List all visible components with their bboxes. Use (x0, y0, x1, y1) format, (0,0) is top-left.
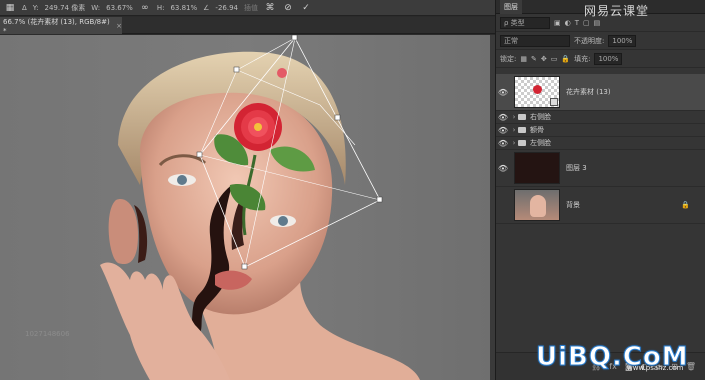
h-field[interactable]: 63.81% (170, 4, 197, 12)
lock-row: 锁定: ▦ ✎ ✥ ▭ 🔒 填充: 100% (496, 50, 705, 68)
layer-filter-select[interactable]: ρ 类型 (500, 16, 550, 29)
chevron-right-icon[interactable]: › (510, 113, 518, 121)
layer-thumbnail (514, 189, 560, 221)
w-field[interactable]: 63.67% (106, 4, 133, 12)
layer-name: 左侧脸 (530, 139, 551, 147)
layer-3[interactable]: 👁 图层 3 (496, 150, 705, 187)
layer-thumbnail (514, 76, 560, 108)
opacity-field[interactable]: 100% (608, 34, 637, 47)
document-tab-bar: 66.7% (花卉素材 (13), RGB/8#) * × (0, 17, 495, 35)
layer-name: 花卉素材 (13) (566, 88, 611, 96)
lock-transparent-icon[interactable]: ▦ (520, 55, 527, 63)
transform-handle-bottom (241, 263, 248, 270)
folder-icon (518, 140, 526, 146)
chevron-right-icon[interactable]: › (510, 126, 518, 134)
fill-field[interactable]: 100% (594, 52, 623, 65)
layer-flower[interactable]: 👁 花卉素材 (13) (496, 74, 705, 111)
small-bud (277, 68, 287, 78)
layers-list: 👁 花卉素材 (13) 👁 › 右侧脸 👁 › 额骨 👁 › 左侧脸 👁 图层 … (496, 74, 705, 224)
lock-move-icon[interactable]: ✥ (541, 55, 547, 63)
opacity-label: 不透明度: (574, 36, 605, 45)
filter-adjust-icon[interactable]: ◐ (565, 19, 571, 27)
close-tab-icon[interactable]: × (116, 22, 122, 30)
cancel-icon[interactable]: ⊘ (282, 2, 294, 14)
blend-mode-select[interactable]: 正常 (500, 34, 570, 47)
layer-thumbnail (514, 152, 560, 184)
layer-group-left-face[interactable]: 👁 › 左侧脸 (496, 137, 705, 150)
layer-background[interactable]: 👁 背景 🔒 (496, 187, 705, 224)
lock-icon: 🔒 (681, 201, 690, 209)
layers-panel: 图层 ρ 类型 ▣ ◐ T ▢ ▤ 正常 不透明度: 100% 锁定: ▦ ✎ … (495, 0, 705, 380)
lock-brush-icon[interactable]: ✎ (531, 55, 537, 63)
visibility-eye-icon[interactable]: 👁 (496, 88, 510, 97)
visibility-eye-icon[interactable]: 👁 (496, 139, 510, 148)
link-icon[interactable]: ∞ (139, 2, 151, 14)
delta-label: Δ (22, 3, 27, 12)
visibility-eye-icon[interactable]: 👁 (496, 164, 510, 173)
layer-group-right-face[interactable]: 👁 › 右侧脸 (496, 111, 705, 124)
visibility-eye-icon[interactable]: 👁 (496, 113, 510, 122)
flower-thumb-icon (533, 85, 542, 94)
document-tab[interactable]: 66.7% (花卉素材 (13), RGB/8#) * × (0, 17, 122, 35)
transform-handle-left (196, 151, 203, 158)
lock-label: 锁定: (500, 54, 517, 63)
h-label: H: (156, 3, 165, 12)
y-field[interactable]: 249.74 像素 (45, 3, 86, 13)
document-tab-title: 66.7% (花卉素材 (13), RGB/8#) * (3, 17, 110, 35)
chevron-right-icon[interactable]: › (510, 139, 518, 147)
top-right-watermark: 网易云课堂 (584, 4, 650, 18)
layers-tab[interactable]: 图层 (500, 0, 522, 14)
left-cheek-piece (108, 199, 138, 265)
angle-field[interactable]: -26.94 (215, 4, 238, 12)
transform-handle-right (376, 196, 383, 203)
layer-group-cheekbone[interactable]: 👁 › 额骨 (496, 124, 705, 137)
interpolation-dropdown[interactable]: 插值 (244, 3, 258, 13)
canvas-id-watermark: 1027148606 (25, 330, 70, 338)
site-watermark: www.psahz.com (627, 364, 684, 372)
filter-smart-icon[interactable]: ▤ (594, 19, 601, 27)
reference-point-icon[interactable]: ▦ (4, 2, 16, 14)
warp-icon[interactable]: ⌘ (264, 2, 276, 14)
y-label: Y: (32, 3, 39, 12)
folder-icon (518, 127, 526, 133)
lock-artboard-icon[interactable]: ▭ (551, 55, 558, 63)
w-label: W: (91, 3, 101, 12)
red-flower (234, 103, 282, 151)
fill-label: 填充: (574, 54, 591, 63)
filter-type-icon[interactable]: T (575, 19, 579, 27)
transform-handle-tr (334, 114, 341, 121)
layer-name: 右侧脸 (530, 113, 551, 121)
options-bar: ▦ Δ Y: 249.74 像素 W: 63.67% ∞ H: 63.81% ∠… (0, 0, 495, 16)
left-iris (177, 175, 187, 185)
lock-all-icon[interactable]: 🔒 (561, 55, 570, 63)
layer-name: 背景 (566, 201, 580, 209)
visibility-eye-icon[interactable]: 👁 (496, 126, 510, 135)
angle-label: ∠ (203, 3, 210, 12)
transform-handle-top (291, 35, 298, 41)
transform-handle-tl (233, 66, 240, 73)
visibility-eye-icon[interactable]: 👁 (496, 201, 510, 210)
canvas-artwork (100, 35, 420, 380)
smart-object-icon (550, 98, 558, 106)
right-iris (278, 216, 288, 226)
canvas[interactable]: 1027148606 (0, 35, 490, 380)
commit-icon[interactable]: ✓ (300, 2, 312, 14)
filter-shape-icon[interactable]: ▢ (583, 19, 590, 27)
filter-image-icon[interactable]: ▣ (554, 19, 561, 27)
portrait-thumb (530, 195, 546, 217)
layer-name: 额骨 (530, 126, 544, 134)
layer-name: 图层 3 (566, 164, 587, 172)
folder-icon (518, 114, 526, 120)
blend-row: 正常 不透明度: 100% (496, 32, 705, 50)
